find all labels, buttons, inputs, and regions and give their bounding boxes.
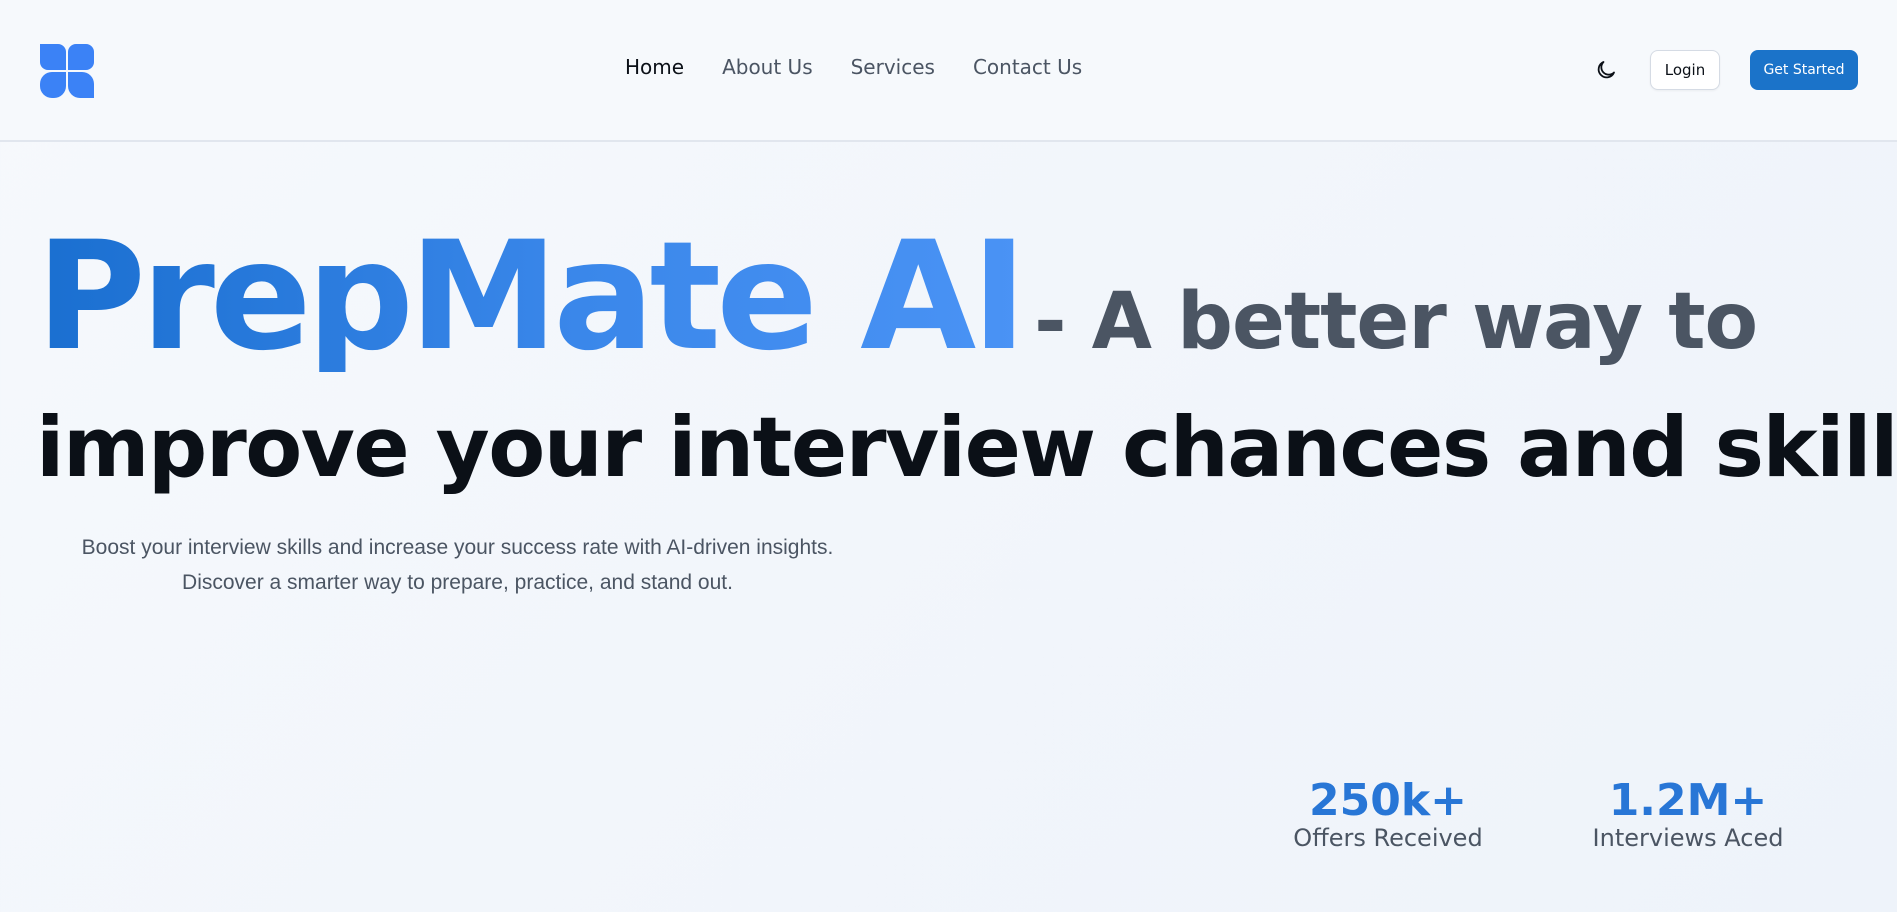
stat-label: Offers Received <box>1293 824 1483 853</box>
nav-services[interactable]: Services <box>851 55 935 79</box>
hero-tagline-part-2: improve your interview chances and skill… <box>36 399 1897 496</box>
get-started-button[interactable]: Get Started <box>1750 50 1858 90</box>
stat-label: Interviews Aced <box>1592 824 1784 853</box>
hero-heading-line-1: PrepMate AI - A better way to <box>36 210 1758 384</box>
hero-subtext-line-1: Boost your interview skills and increase… <box>81 536 834 559</box>
moon-icon[interactable] <box>1594 58 1618 82</box>
stat-value: 1.2M+ <box>1608 775 1768 826</box>
main-nav: Home About Us Services Contact Us <box>625 55 1120 79</box>
nav-contact-us[interactable]: Contact Us <box>973 55 1082 79</box>
stat-interviews-aced: 1.2M+ Interviews Aced <box>1590 775 1786 853</box>
hero-subtext: Boost your interview skills and increase… <box>50 530 865 600</box>
nav-about-us[interactable]: About Us <box>722 55 813 79</box>
stat-value: 250k+ <box>1309 775 1467 826</box>
nav-home[interactable]: Home <box>625 55 684 79</box>
site-header: Home About Us Services Contact Us Login … <box>0 0 1897 142</box>
login-button[interactable]: Login <box>1650 50 1720 90</box>
hero-subtext-line-2: Discover a smarter way to prepare, pract… <box>182 571 733 594</box>
brand-name: PrepMate AI <box>36 210 1027 384</box>
stat-offers-received: 250k+ Offers Received <box>1290 775 1486 853</box>
hero-tagline-part-1: - A better way to <box>1034 277 1758 367</box>
clover-logo-icon[interactable] <box>38 42 96 100</box>
